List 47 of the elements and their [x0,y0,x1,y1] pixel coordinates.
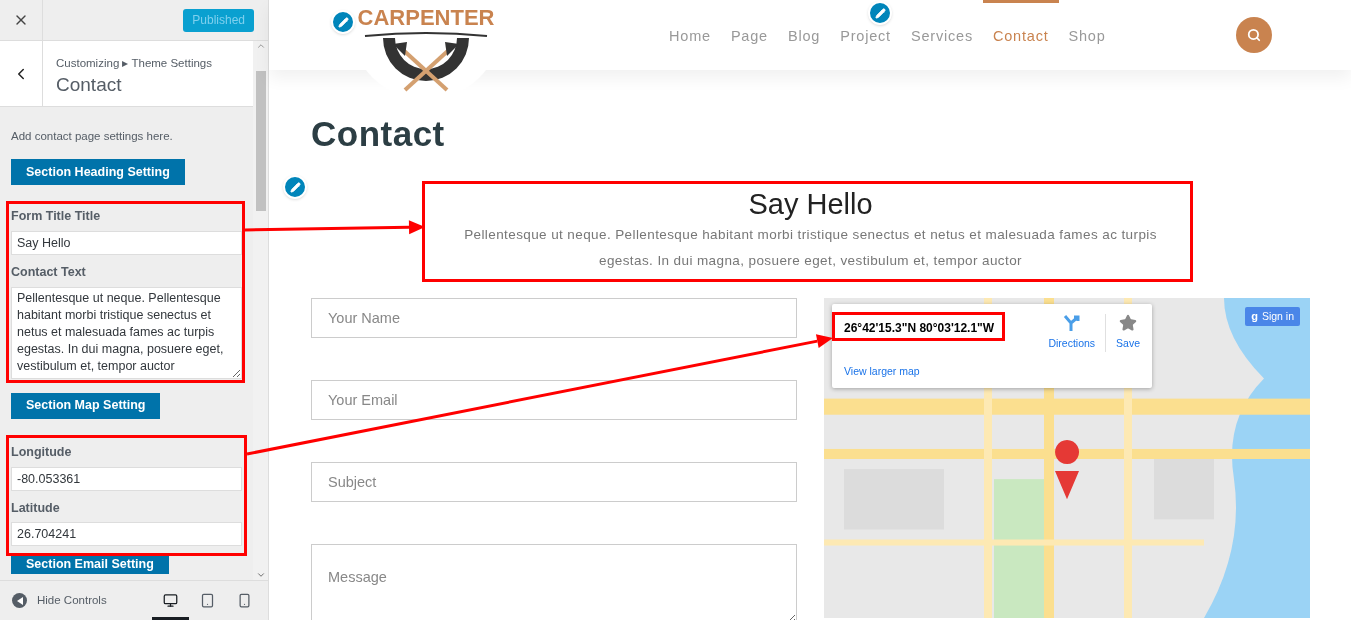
input-field[interactable]: Subject [311,462,797,502]
breadcrumb: Customizing ▸ Theme Settings [56,56,212,71]
section-button[interactable]: Section Email Setting [11,554,169,575]
text-field[interactable]: 26.704241 [11,522,242,547]
nav-link[interactable]: Home [659,0,721,70]
coordinates: 26°42'15.3"N 80°03'12.1"W [844,321,995,335]
google-icon: g [1251,308,1258,325]
save-button[interactable]: Save [1106,314,1140,352]
textarea-field[interactable]: Pellentesque ut neque. Pellentesque habitant morbi tristique senectus et netus et malesuada fames ac turpis egestas. In dui magna, posuere eget, vestibulum et, tempor auctor [11,286,242,379]
star-icon [1119,314,1138,332]
edit-pencil-icon[interactable] [283,175,307,199]
tablet-icon [200,593,215,608]
field-label: Latitude [11,499,60,517]
nav-link[interactable]: Services [900,0,983,70]
scroll-up-icon[interactable] [255,41,266,51]
view-larger-map-link[interactable]: View larger map [844,364,920,380]
nav-link[interactable]: Shop [1058,0,1116,70]
input-field[interactable]: Your Name [311,298,797,338]
scrollbar-thumb[interactable] [255,70,266,211]
directions-icon [1062,314,1081,332]
mobile-icon [237,593,252,608]
directions-button[interactable]: Directions [1042,314,1107,352]
field-label: Contact Text [11,264,86,281]
nav-link[interactable]: Project [830,0,901,70]
text-field[interactable]: Say Hello [11,231,242,255]
nav-link[interactable]: Contact [982,0,1059,70]
panel-description: Add contact page settings here. [11,129,174,144]
search-button[interactable] [1235,17,1272,53]
section-button[interactable]: Section Map Setting [11,392,161,419]
hide-controls-button[interactable]: Hide Controls [0,591,107,610]
nav-link[interactable]: Blog [777,0,831,70]
message-field[interactable]: Message [311,544,797,620]
text-field[interactable]: -80.053361 [11,466,242,491]
section-button[interactable]: Section Heading Setting [11,159,185,186]
scroll-down-icon[interactable] [255,570,266,580]
sign-in-button[interactable]: g Sign in [1245,307,1300,326]
search-icon [1246,28,1261,42]
nav-link[interactable]: Page [720,0,778,70]
page-title: Contact [311,114,446,154]
contact-text: Pellentesque ut neque. Pellentesque habitant morbi tristique senectus et netus et malesuada fames ac turpis egestas. In dui magna, posuere eget, vestibulum et, tempor auctor [463,226,1158,270]
panel-title: Contact [56,73,123,98]
field-label: Form Title Title [11,208,101,226]
desktop-icon [163,593,178,608]
scrollbar[interactable] [253,41,268,580]
input-field[interactable]: Your Email [311,380,797,420]
form-title: Say Hello [748,188,873,220]
field-label: Longitude [11,443,72,461]
